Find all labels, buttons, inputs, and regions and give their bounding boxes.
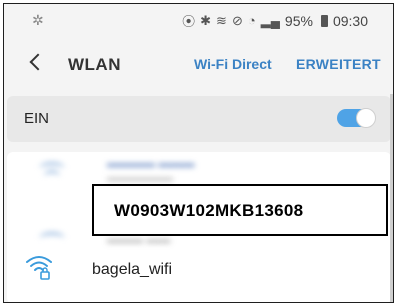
bluetooth-icon: ✱	[200, 12, 212, 28]
clock: 09:30	[332, 12, 368, 29]
wifi-direct-button[interactable]: Wi-Fi Direct	[194, 56, 272, 72]
wifi-icon	[44, 170, 60, 183]
page-title: WLAN	[68, 55, 121, 74]
notification-icon: ✲	[32, 12, 44, 28]
wlan-toggle[interactable]	[337, 108, 376, 128]
mute-icon: ⊘	[231, 12, 243, 28]
battery-level: 95%	[284, 12, 313, 29]
phone-screen: ✲ ⦿ ✱ ≋ ⊘ ◔ ▂▄ 95% 09:30 WLAN Wi-Fi Dire…	[3, 3, 394, 303]
battery-icon	[320, 14, 328, 27]
location-icon: ⦿	[182, 14, 196, 29]
nfc-icon: ≋	[216, 12, 227, 28]
wifi-signal-icon: ◔	[247, 13, 256, 28]
overlay-network-id: W0903W102MKB13608	[114, 201, 304, 220]
status-bar: ✲ ⦿ ✱ ≋ ⊘ ◔ ▂▄ 95% 09:30	[4, 4, 393, 36]
network-item-bagela-wifi[interactable]: bagela_wifi	[4, 248, 393, 294]
blurred-network-name: ▬▬▬▬ ▬▬▬	[107, 156, 195, 170]
blurred-network-status: ▬▬▬▬▬▬	[107, 172, 173, 184]
wlan-master-switch-row[interactable]: EIN	[7, 96, 391, 142]
app-header: WLAN Wi-Fi Direct ERWEITERT	[4, 44, 393, 84]
redaction-label-box: W0903W102MKB13608	[92, 184, 388, 236]
advanced-button[interactable]: ERWEITERT	[296, 56, 381, 72]
wifi-icon	[39, 232, 65, 245]
toggle-knob	[356, 108, 376, 128]
wifi-lock-icon	[26, 256, 52, 280]
cell-signal-icon: ▂▄	[260, 12, 280, 28]
status-icons: ⦿ ✱ ≋ ⊘ ◔ ▂▄ 95% 09:30	[182, 11, 368, 30]
network-name: bagela_wifi	[92, 261, 173, 278]
scrollbar[interactable]	[390, 94, 393, 302]
switch-label: EIN	[24, 110, 50, 127]
back-icon[interactable]	[28, 47, 42, 75]
